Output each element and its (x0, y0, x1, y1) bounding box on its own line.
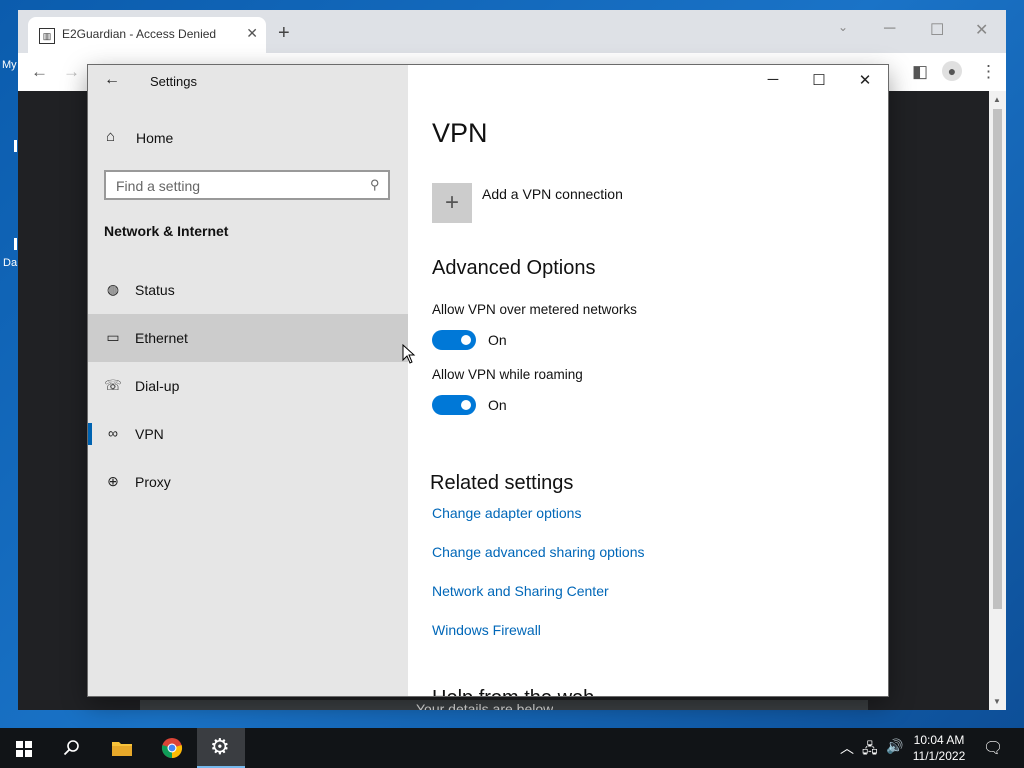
metered-option-label: Allow VPN over metered networks (432, 302, 637, 317)
plus-icon: + (432, 183, 472, 223)
sidebar-item-dialup[interactable]: ☏ Dial-up (88, 362, 408, 410)
help-heading-partial: Help from the web (432, 687, 594, 696)
sidebar-item-label: Proxy (135, 474, 171, 490)
gear-icon: ⚙ (210, 734, 230, 759)
mouse-cursor-icon (402, 344, 416, 364)
maximize-icon[interactable]: ☐ (809, 71, 829, 89)
roaming-option-label: Allow VPN while roaming (432, 367, 583, 382)
related-settings-heading: Related settings (430, 472, 574, 494)
roaming-toggle-state: On (488, 397, 507, 413)
scroll-up-icon[interactable]: ▲ (993, 95, 1001, 104)
close-icon[interactable]: ✕ (855, 71, 875, 89)
maximize-icon[interactable]: ☐ (930, 20, 944, 40)
sidebar-item-vpn[interactable]: ∞ VPN (88, 410, 408, 458)
dialup-icon: ☏ (104, 377, 122, 393)
search-taskbar-button[interactable] (48, 728, 96, 768)
taskbar: ⚙ ︿ 🖧 🔊 10:04 AM 11/1/2022 🗨 (0, 728, 1024, 768)
settings-taskbar-button[interactable]: ⚙ (197, 728, 245, 768)
desktop-icon[interactable] (14, 238, 17, 250)
minimize-icon[interactable]: ─ (763, 71, 783, 88)
search-input[interactable] (116, 177, 356, 195)
notifications-icon[interactable]: 🗨 (983, 738, 1003, 758)
settings-sidebar: ← Settings ⌂ Home ⚲ Network & Internet ◍… (88, 65, 408, 696)
folder-icon (112, 742, 132, 756)
search-icon: ⚲ (370, 177, 380, 192)
settings-window: ← Settings ⌂ Home ⚲ Network & Internet ◍… (88, 65, 888, 696)
scroll-down-icon[interactable]: ▼ (993, 697, 1001, 706)
metered-toggle[interactable] (432, 330, 476, 350)
side-panel-icon[interactable]: ◧ (912, 63, 928, 81)
profile-avatar-icon[interactable]: ● (942, 61, 962, 81)
chevron-up-icon[interactable]: ︿ (840, 738, 854, 758)
window-title: Settings (150, 74, 197, 89)
sidebar-item-label: VPN (135, 426, 164, 442)
start-button[interactable] (0, 728, 48, 768)
toggle-knob (461, 335, 471, 345)
sidebar-item-label: Ethernet (135, 330, 188, 346)
desktop-icon[interactable] (14, 140, 17, 152)
add-vpn-button[interactable]: + Add a VPN connection (432, 183, 672, 225)
network-icon[interactable]: 🖧 (862, 738, 878, 762)
chrome-icon (161, 738, 183, 759)
menu-kebab-icon[interactable]: ⋮ (980, 63, 997, 81)
browser-tab-strip: ▥ E2Guardian - Access Denied ✕ + ⌄ ─ ☐ ✕ (18, 10, 1006, 53)
ethernet-icon: ▭ (106, 329, 120, 345)
add-vpn-label: Add a VPN connection (482, 186, 623, 202)
advanced-options-heading: Advanced Options (432, 257, 596, 279)
home-label: Home (136, 130, 174, 146)
minimize-icon[interactable]: ─ (884, 20, 895, 38)
sidebar-item-label: Dial-up (135, 378, 180, 394)
browser-tab[interactable]: ▥ E2Guardian - Access Denied ✕ (28, 17, 266, 53)
page-footer-text: Your details are below (416, 702, 554, 710)
new-tab-icon[interactable]: + (278, 23, 290, 43)
clock[interactable]: 10:04 AM 11/1/2022 (908, 732, 970, 764)
scroll-thumb[interactable] (993, 109, 1002, 609)
clock-date: 11/1/2022 (912, 749, 966, 763)
page-scrollbar[interactable]: ▲ ▼ (989, 91, 1006, 710)
roaming-toggle[interactable] (432, 395, 476, 415)
page-title: VPN (432, 118, 488, 148)
back-icon[interactable]: ← (31, 63, 48, 81)
link-change-adapter-options[interactable]: Change adapter options (432, 505, 581, 521)
section-header: Network & Internet (104, 223, 229, 239)
link-windows-firewall[interactable]: Windows Firewall (432, 622, 541, 638)
chrome-button[interactable] (148, 728, 196, 768)
search-icon (63, 740, 79, 756)
sidebar-item-label: Status (135, 282, 175, 298)
close-icon[interactable]: ✕ (975, 20, 988, 40)
globe-icon: ⊕ (107, 473, 119, 489)
search-box[interactable]: ⚲ (104, 170, 390, 200)
tab-close-icon[interactable]: ✕ (246, 25, 258, 42)
metered-toggle-state: On (488, 332, 507, 348)
desktop-icon-label[interactable]: Da (3, 257, 17, 269)
home-icon: ⌂ (106, 128, 116, 145)
toggle-knob (461, 400, 471, 410)
settings-content: ─ ☐ ✕ VPN + Add a VPN connection Advance… (408, 65, 888, 696)
back-arrow-icon[interactable]: ← (104, 71, 120, 89)
link-network-sharing-center[interactable]: Network and Sharing Center (432, 583, 609, 599)
globe-status-icon: ◍ (106, 281, 120, 297)
tab-title: E2Guardian - Access Denied (62, 27, 217, 41)
vpn-icon: ∞ (108, 425, 118, 441)
windows-logo-icon (16, 741, 32, 757)
sidebar-item-ethernet[interactable]: ▭ Ethernet (88, 314, 408, 362)
link-change-advanced-sharing[interactable]: Change advanced sharing options (432, 544, 645, 560)
sidebar-item-proxy[interactable]: ⊕ Proxy (88, 458, 408, 506)
clock-time: 10:04 AM (913, 733, 965, 747)
file-explorer-button[interactable] (98, 728, 146, 768)
desktop-icon-label[interactable]: My (2, 59, 17, 71)
tab-search-icon[interactable]: ⌄ (838, 20, 848, 34)
home-link[interactable]: ⌂ Home (88, 121, 408, 155)
sidebar-item-status[interactable]: ◍ Status (88, 266, 408, 314)
forward-icon[interactable]: → (63, 63, 80, 81)
volume-icon[interactable]: 🔊 (886, 738, 903, 755)
site-favicon-icon: ▥ (39, 28, 55, 44)
